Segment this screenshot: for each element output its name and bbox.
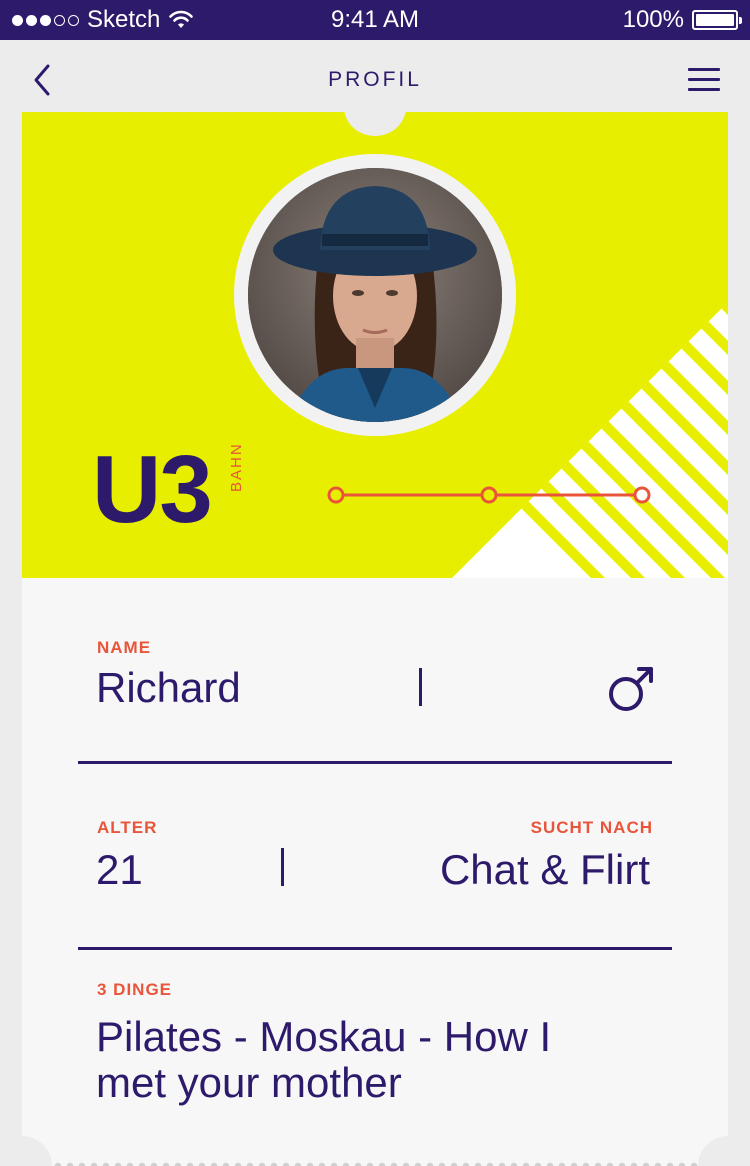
name-label: NAME bbox=[97, 638, 152, 657]
battery-percent: 100% bbox=[622, 6, 684, 33]
route-stop-icon bbox=[480, 486, 498, 504]
avatar-portrait-image bbox=[248, 168, 502, 422]
name-value: Richard bbox=[96, 664, 241, 711]
battery-icon bbox=[692, 10, 742, 30]
hamburger-menu-icon bbox=[688, 68, 720, 91]
line-code: U3 bbox=[92, 436, 213, 543]
page-title: PROFIL bbox=[328, 68, 422, 91]
divider bbox=[78, 761, 672, 764]
ticket-body: NAME Richard ALTER 21 SUCHT NACH Chat & … bbox=[0, 578, 750, 1166]
avatar-frame bbox=[234, 154, 516, 436]
separator-bar bbox=[281, 848, 284, 886]
profile-ticket-card: U3 BAHN NAME Richard ALTER 21 SUCHT NACH… bbox=[0, 112, 750, 1166]
separator-bar bbox=[419, 668, 422, 706]
avatar bbox=[248, 168, 502, 422]
status-bar: Sketch 9:41 AM 100% bbox=[0, 0, 750, 40]
perforated-edge bbox=[52, 1160, 698, 1166]
age-value: 21 bbox=[96, 846, 143, 893]
male-symbol-icon bbox=[609, 667, 653, 711]
age-label: ALTER bbox=[97, 818, 158, 837]
things-label: 3 DINGE bbox=[97, 980, 173, 999]
ticket-notch bbox=[0, 1136, 52, 1166]
divider bbox=[78, 947, 672, 950]
line-type: BAHN bbox=[228, 442, 245, 492]
route-stop-icon bbox=[633, 486, 651, 504]
nav-bar: PROFIL bbox=[0, 40, 750, 120]
seeking-label: SUCHT NACH bbox=[530, 818, 653, 837]
seeking-value: Chat & Flirt bbox=[439, 846, 650, 893]
route-line-icon bbox=[327, 486, 651, 504]
things-value: Pilates - Moskau - How I met your mother bbox=[96, 1013, 552, 1106]
ticket-header: U3 BAHN bbox=[22, 112, 728, 578]
menu-button[interactable] bbox=[688, 68, 720, 94]
status-right: 100% bbox=[622, 6, 742, 34]
route-stop-icon bbox=[327, 486, 345, 504]
ticket-notch bbox=[698, 1136, 750, 1166]
